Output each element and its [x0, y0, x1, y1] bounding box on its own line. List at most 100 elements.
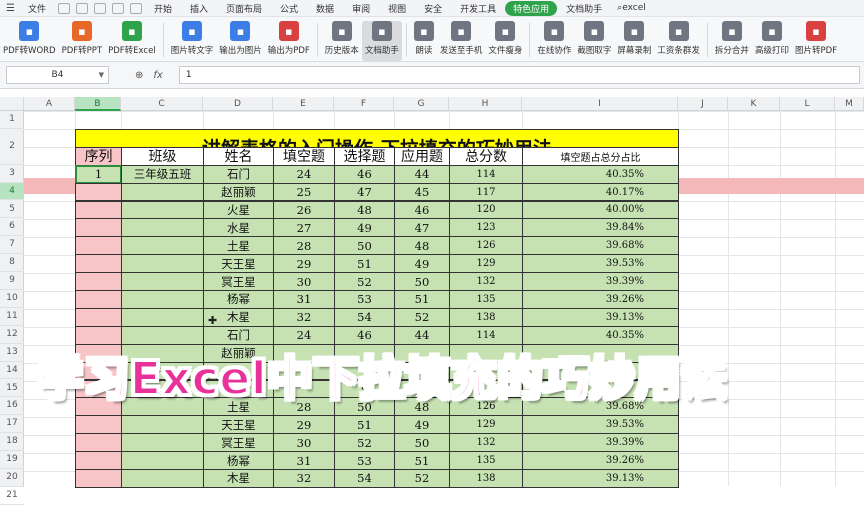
column-header[interactable]: M [835, 97, 864, 111]
row-header[interactable]: 7 [0, 236, 24, 255]
seq-cell[interactable] [75, 469, 122, 488]
percent-cell[interactable]: 39.26% [522, 290, 679, 309]
apply-score-cell[interactable]: 47 [394, 218, 450, 238]
apply-score-cell[interactable]: 50 [394, 272, 450, 291]
row-header[interactable]: 19 [0, 451, 24, 469]
class-cell[interactable] [121, 236, 204, 256]
row-header[interactable]: 17 [0, 415, 24, 434]
choice-score-cell[interactable]: 53 [334, 290, 395, 309]
hamburger-menu-icon[interactable]: ☰ [0, 3, 19, 14]
total-score-cell[interactable]: 123 [449, 218, 523, 238]
row-header[interactable]: 6 [0, 218, 24, 237]
name-cell[interactable]: 天王星 [203, 415, 274, 435]
ribbon-button[interactable]: ▪ 图片转文字 [168, 21, 217, 61]
column-title[interactable]: 班级 [121, 146, 204, 166]
name-cell[interactable]: 杨幂 [203, 451, 274, 470]
quick-access-icon[interactable] [75, 2, 88, 14]
class-cell[interactable] [121, 290, 204, 309]
name-cell[interactable]: 天王星 [203, 254, 274, 274]
ribbon-button[interactable]: ▪ PDF转Excel [105, 21, 159, 61]
choice-score-cell[interactable]: 49 [334, 218, 395, 238]
seq-cell[interactable]: 1 [75, 164, 122, 184]
choice-score-cell[interactable]: 53 [334, 451, 395, 470]
fill-score-cell[interactable]: 32 [273, 469, 335, 488]
apply-score-cell[interactable]: 51 [394, 290, 450, 309]
total-score-cell[interactable]: 132 [449, 272, 523, 291]
ribbon-button[interactable]: ▪ 在线协作 [534, 21, 574, 61]
class-cell[interactable] [121, 415, 204, 435]
row-header[interactable]: 9 [0, 272, 24, 290]
menu-tab[interactable]: 数据 [307, 2, 343, 15]
fill-score-cell[interactable]: 29 [273, 415, 335, 435]
ribbon-button[interactable]: ▪ 历史版本 [322, 21, 362, 61]
class-cell[interactable] [121, 182, 204, 202]
total-score-cell[interactable]: 135 [449, 451, 523, 470]
column-title[interactable]: 选择题 [334, 146, 395, 166]
column-title[interactable]: 姓名 [203, 146, 274, 166]
fill-score-cell[interactable]: 30 [273, 433, 335, 453]
apply-score-cell[interactable]: 51 [394, 451, 450, 470]
quick-access-icon[interactable] [129, 2, 142, 14]
apply-score-cell[interactable]: 52 [394, 469, 450, 488]
row-header[interactable]: 10 [0, 290, 24, 308]
row-header[interactable]: 4 [0, 182, 24, 201]
zoom-formula-icon[interactable]: ⊕ [135, 70, 143, 81]
class-cell[interactable]: 三年级五班 [121, 164, 204, 184]
column-header[interactable]: K [728, 97, 780, 111]
chevron-down-icon[interactable]: ▼ [99, 71, 104, 79]
row-header[interactable]: 11 [0, 308, 24, 326]
row-header[interactable]: 3 [0, 165, 24, 183]
apply-score-cell[interactable]: 48 [394, 236, 450, 256]
column-header[interactable]: G [394, 97, 449, 111]
apply-score-cell[interactable]: 50 [394, 433, 450, 453]
search-box[interactable]: ⌕ excel [617, 3, 646, 13]
column-title[interactable]: 序列 [75, 146, 122, 166]
class-cell[interactable] [121, 433, 204, 453]
fill-score-cell[interactable]: 28 [273, 236, 335, 256]
name-box[interactable]: B4 ▼ [6, 66, 109, 84]
menu-tab[interactable]: 页面布局 [217, 2, 271, 15]
ribbon-button[interactable]: ▪ 拆分合并 [712, 21, 752, 61]
ribbon-button[interactable]: ▪ 屏幕录制 [614, 21, 654, 61]
row-header[interactable]: 1 [0, 111, 24, 129]
row-header[interactable]: 16 [0, 397, 24, 416]
fill-score-cell[interactable]: 26 [273, 200, 335, 220]
percent-cell[interactable]: 39.39% [522, 272, 679, 291]
choice-score-cell[interactable]: 54 [334, 469, 395, 488]
fx-label[interactable]: fx [153, 70, 162, 81]
menu-tab[interactable]: 视图 [379, 2, 415, 15]
menu-tab[interactable]: 开发工具 [451, 2, 505, 15]
seq-cell[interactable] [75, 272, 122, 291]
choice-score-cell[interactable]: 50 [334, 236, 395, 256]
row-header[interactable]: 21 [0, 487, 24, 505]
menu-tab[interactable]: 文档助手 [557, 2, 611, 15]
ribbon-button[interactable]: ▪ 高级打印 [752, 21, 792, 61]
row-header[interactable]: 5 [0, 201, 24, 219]
row-header[interactable]: 13 [0, 344, 24, 362]
total-score-cell[interactable]: 138 [449, 469, 523, 488]
total-score-cell[interactable]: 129 [449, 254, 523, 274]
percent-cell[interactable]: 39.13% [522, 469, 679, 488]
column-header[interactable]: C [121, 97, 203, 111]
menu-tab[interactable]: 审阅 [343, 2, 379, 15]
apply-score-cell[interactable]: 45 [394, 182, 450, 202]
column-header[interactable]: F [334, 97, 394, 111]
fill-score-cell[interactable]: 30 [273, 272, 335, 291]
fill-score-cell[interactable]: 31 [273, 451, 335, 470]
apply-score-cell[interactable]: 49 [394, 254, 450, 274]
class-cell[interactable] [121, 451, 204, 470]
percent-cell[interactable]: 39.13% [522, 307, 679, 327]
row-header[interactable]: 20 [0, 469, 24, 487]
column-header[interactable]: J [678, 97, 728, 111]
column-header[interactable]: D [203, 97, 273, 111]
seq-cell[interactable] [75, 200, 122, 220]
column-header[interactable]: H [449, 97, 522, 111]
choice-score-cell[interactable]: 51 [334, 254, 395, 274]
choice-score-cell[interactable]: 48 [334, 200, 395, 220]
column-header[interactable]: E [273, 97, 334, 111]
total-score-cell[interactable]: 114 [449, 164, 523, 184]
ribbon-button[interactable]: ▪ 文档助手 [361, 21, 402, 61]
row-header[interactable]: 2 [0, 129, 24, 165]
fill-score-cell[interactable]: 27 [273, 218, 335, 238]
percent-cell[interactable]: 39.53% [522, 415, 679, 435]
